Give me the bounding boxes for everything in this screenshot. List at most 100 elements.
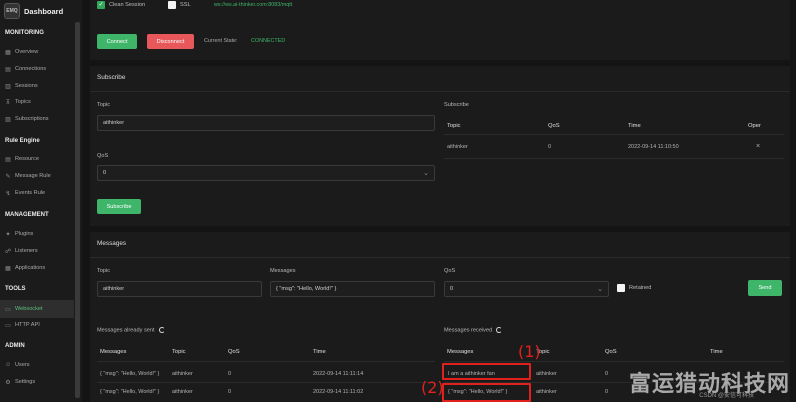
section-monitoring: MONITORING bbox=[5, 30, 44, 36]
refresh-icon[interactable] bbox=[496, 327, 503, 333]
sidebar-item-users[interactable]: ☺ Users bbox=[0, 359, 74, 371]
highlight-box-2 bbox=[442, 383, 531, 402]
sub-topic-input[interactable]: aithinker bbox=[97, 115, 435, 131]
chevron-down-icon: ⌄ bbox=[597, 286, 603, 293]
sent-col-time: Time bbox=[313, 349, 326, 355]
recv-row-qos: 0 bbox=[605, 389, 609, 395]
sidebar-item-websocket[interactable]: ▭ Websocket bbox=[0, 300, 74, 318]
grid-icon: ▦ bbox=[5, 49, 11, 56]
disconnect-button[interactable]: Disconnect bbox=[147, 34, 194, 49]
sent-row-qos: 0 bbox=[228, 389, 232, 395]
link-icon: ▤ bbox=[5, 66, 11, 73]
apps-icon: ▦ bbox=[5, 265, 11, 272]
sidebar-item-applications[interactable]: ▦ Applications bbox=[0, 262, 74, 274]
sent-row-time: 2022-09-14 11:11:02 bbox=[313, 389, 364, 395]
sidebar-item-label: Events Rule bbox=[15, 190, 46, 196]
rule-icon: ✎ bbox=[5, 173, 11, 180]
sidebar-item-topics[interactable]: ⊼ Topics bbox=[0, 96, 74, 108]
sidebar-item-label: Settings bbox=[15, 379, 36, 385]
clean-session-checkbox[interactable]: ✓ Clean Session bbox=[97, 1, 145, 9]
unsubscribe-close-icon[interactable]: × bbox=[756, 143, 760, 150]
sub-qos-label: QoS bbox=[97, 153, 109, 159]
sub-list-title: Subscribe bbox=[444, 102, 469, 108]
sub-qos-select[interactable]: 0 ⌄ bbox=[97, 165, 435, 181]
gear-icon: ⚙ bbox=[5, 379, 11, 386]
app-title: Dashboard bbox=[24, 6, 64, 16]
send-button[interactable]: Send bbox=[748, 280, 782, 296]
connection-url: ws://ws.ai-thinker.com:8083/mqtt bbox=[214, 2, 293, 8]
sub-row-qos: 0 bbox=[548, 144, 552, 150]
retained-label: Retained bbox=[629, 285, 652, 291]
sub-topic-label: Topic bbox=[97, 102, 111, 108]
brand[interactable]: EMQ Dashboard bbox=[4, 3, 78, 19]
checkbox-checked-icon: ✓ bbox=[97, 1, 105, 9]
connection-card: ✓ Clean Session SSL ws://ws.ai-thinker.c… bbox=[90, 0, 790, 60]
section-admin: ADMIN bbox=[5, 343, 25, 349]
sidebar-item-message-rule[interactable]: ✎ Message Rule bbox=[0, 170, 74, 182]
sent-row-message: { "msg": "Hello, World!" } bbox=[100, 389, 160, 395]
table-divider bbox=[97, 361, 435, 362]
sidebar-item-label: Sessions bbox=[15, 83, 38, 89]
table-divider bbox=[444, 158, 784, 159]
sub-col-qos: QoS bbox=[548, 123, 560, 129]
sent-col-topic: Topic bbox=[172, 349, 186, 355]
sent-title-text: Messages already sent bbox=[97, 327, 155, 334]
sub-col-time: Time bbox=[628, 123, 641, 129]
highlight-box-1 bbox=[442, 363, 531, 380]
sidebar-item-label: Message Rule bbox=[15, 173, 51, 179]
user-icon: ☺ bbox=[4, 362, 12, 368]
retained-checkbox[interactable]: Retained bbox=[617, 284, 651, 292]
sessions-icon: ▥ bbox=[5, 83, 11, 90]
sub-qos-value: 0 bbox=[103, 170, 107, 176]
sent-row-time: 2022-09-14 11:11:14 bbox=[313, 371, 364, 377]
sidebar-item-resource[interactable]: ▤ Resource bbox=[0, 153, 74, 165]
sidebar-item-subscriptions[interactable]: ▧ Subscriptions bbox=[0, 113, 74, 125]
refresh-icon[interactable] bbox=[158, 327, 165, 333]
sidebar-scrollbar[interactable] bbox=[75, 22, 80, 398]
sub-topic-value: aithinker bbox=[103, 120, 125, 126]
recv-col-time: Time bbox=[710, 349, 723, 355]
recv-row-topic: aithinker bbox=[536, 371, 557, 377]
sidebar-item-label: Topics bbox=[15, 99, 31, 105]
msg-message-input[interactable]: { "msg": "Hello, World!" } bbox=[270, 281, 435, 297]
sidebar-item-listeners[interactable]: ☍ Listeners bbox=[0, 245, 74, 257]
sidebar-item-label: Subscriptions bbox=[15, 116, 49, 122]
section-rule-engine: Rule Engine bbox=[5, 138, 40, 144]
subscribe-title: Subscribe bbox=[97, 74, 126, 81]
listener-icon: ☍ bbox=[4, 248, 12, 255]
sidebar-item-overview[interactable]: ▦ Overview bbox=[0, 46, 74, 58]
sub-row-time: 2022-09-14 11:10:50 bbox=[628, 144, 679, 150]
sidebar-item-connections[interactable]: ▤ Connections bbox=[0, 63, 74, 75]
sidebar-item-sessions[interactable]: ▥ Sessions bbox=[0, 80, 74, 92]
emq-logo-icon: EMQ bbox=[4, 3, 20, 19]
sidebar-item-plugins[interactable]: ✦ Plugins bbox=[0, 228, 74, 240]
sidebar-item-http-api[interactable]: ▭ HTTP API bbox=[0, 319, 74, 331]
sidebar-item-label: Plugins bbox=[15, 231, 34, 237]
checkbox-unchecked-icon bbox=[168, 1, 176, 9]
events-icon: ↯ bbox=[5, 190, 11, 197]
connect-button[interactable]: Connect bbox=[97, 34, 137, 49]
sidebar-item-label: Resource bbox=[15, 156, 39, 162]
topic-icon: ⊼ bbox=[5, 99, 11, 106]
subscribe-button[interactable]: Subscribe bbox=[97, 199, 141, 214]
sidebar-item-settings[interactable]: ⚙ Settings bbox=[0, 376, 74, 388]
sidebar-item-label: Overview bbox=[15, 49, 39, 55]
msg-topic-input[interactable]: aithinker bbox=[97, 281, 262, 297]
sidebar-item-label: Websocket bbox=[15, 306, 43, 312]
section-tools: TOOLS bbox=[5, 286, 26, 292]
ssl-checkbox[interactable]: SSL bbox=[168, 1, 191, 9]
messages-title: Messages bbox=[97, 240, 127, 247]
divider bbox=[90, 91, 790, 92]
sidebar-item-events-rule[interactable]: ↯ Events Rule bbox=[0, 187, 74, 199]
msg-qos-select[interactable]: 0 ⌄ bbox=[444, 281, 609, 297]
msg-message-label: Messages bbox=[270, 268, 296, 274]
sent-col-messages: Messages bbox=[100, 349, 127, 355]
subscription-icon: ▧ bbox=[5, 116, 11, 123]
divider bbox=[90, 257, 790, 258]
msg-qos-label: QoS bbox=[444, 268, 456, 274]
main-content: ✓ Clean Session SSL ws://ws.ai-thinker.c… bbox=[82, 0, 796, 402]
sidebar: EMQ Dashboard MONITORING ▦ Overview ▤ Conn… bbox=[0, 0, 82, 402]
subscribe-card: Subscribe Topic aithinker QoS 0 ⌄ Subscri… bbox=[90, 66, 790, 226]
sub-row-topic: aithinker bbox=[447, 144, 468, 150]
table-divider bbox=[444, 361, 784, 362]
